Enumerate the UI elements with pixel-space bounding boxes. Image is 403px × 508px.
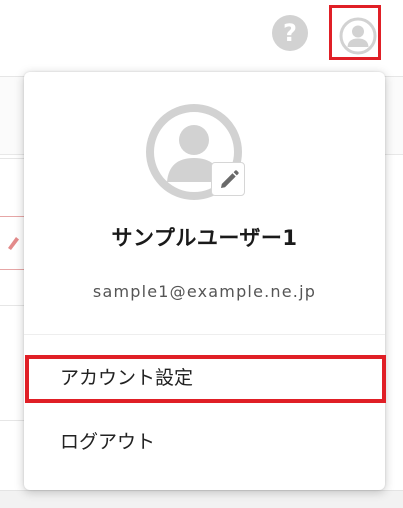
pencil-icon	[221, 170, 239, 188]
logout-menu-item[interactable]: ログアウト	[24, 418, 385, 466]
pencil-icon	[8, 237, 19, 250]
menu-item-label: アカウント設定	[60, 367, 194, 389]
user-dropdown-menu: サンプルユーザー1 sample1@example.ne.jp アカウント設定 …	[24, 72, 385, 490]
account-settings-menu-item[interactable]: アカウント設定	[24, 354, 385, 402]
user-circle-icon	[339, 17, 377, 55]
user-name: サンプルユーザー1	[111, 226, 298, 250]
menu-divider	[24, 334, 385, 335]
top-bar: ?	[0, 0, 403, 77]
menu-item-label: ログアウト	[60, 431, 156, 453]
question-icon: ?	[283, 19, 297, 47]
help-button[interactable]: ?	[272, 15, 308, 51]
edit-avatar-button[interactable]	[211, 162, 245, 196]
background-footer	[0, 490, 403, 508]
user-menu-button[interactable]	[329, 5, 381, 60]
user-email: sample1@example.ne.jp	[92, 282, 317, 301]
